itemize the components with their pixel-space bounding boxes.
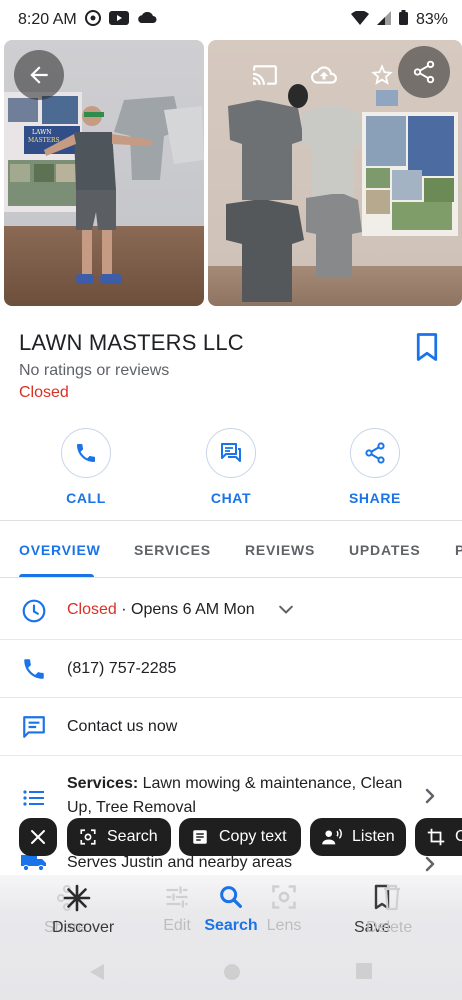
discover-label-overlap: Discover xyxy=(52,919,115,936)
battery-icon xyxy=(398,10,408,30)
save-bookmark-button[interactable] xyxy=(414,332,440,367)
wifi-icon xyxy=(350,9,369,30)
save-delete-labels: Save Delete xyxy=(342,919,432,939)
copy-text-chip[interactable]: Copy text xyxy=(179,818,301,856)
status-bar: 8:20 AM 83% xyxy=(0,0,462,40)
list-icon xyxy=(20,788,48,808)
upload-photo-button[interactable] xyxy=(309,60,339,90)
search-icon xyxy=(220,886,242,908)
crop-chip[interactable]: C xyxy=(415,818,462,856)
services-label: Services: xyxy=(67,775,139,792)
battery-percent: 83% xyxy=(415,11,448,28)
lens-icon xyxy=(272,885,296,909)
status-time: 8:20 AM xyxy=(18,11,77,28)
phone-number: (817) 757-2285 xyxy=(67,660,177,677)
listen-chip[interactable]: Listen xyxy=(310,818,406,856)
hours-status: Closed xyxy=(67,601,117,618)
selection-toolbar: Search Copy text Listen C xyxy=(0,818,462,858)
copy-text-label: Copy text xyxy=(219,828,287,845)
hours-text: Closed · Opens 6 AM Mon xyxy=(67,601,255,619)
chat-circle[interactable] xyxy=(206,428,256,478)
arrow-left-icon xyxy=(30,66,48,84)
favorite-button[interactable] xyxy=(367,60,397,90)
rating-text: No ratings or reviews xyxy=(19,362,170,379)
lens-search-icon xyxy=(80,829,96,845)
cloud-upload-icon xyxy=(311,66,337,84)
chat-icon xyxy=(221,443,241,462)
lens-button[interactable]: Lens xyxy=(244,883,324,935)
photo-sign-line2: MASTERS xyxy=(28,137,60,144)
cast-button[interactable] xyxy=(250,60,280,90)
share-outline-icon xyxy=(413,60,435,84)
nav-home-icon[interactable] xyxy=(222,962,242,982)
open-status: Closed xyxy=(19,384,69,401)
tune-icon xyxy=(166,886,188,908)
phone-row[interactable]: (817) 757-2285 xyxy=(0,640,462,698)
system-navigation-bar xyxy=(0,958,462,986)
phone-icon xyxy=(77,444,95,462)
active-tab-indicator xyxy=(19,574,94,577)
tab-next-partial[interactable]: P xyxy=(455,542,462,558)
star-outline-icon xyxy=(371,64,393,85)
share-discover-overlap-icon xyxy=(57,884,91,912)
tab-services[interactable]: SERVICES xyxy=(134,542,211,558)
clock-icon xyxy=(20,598,48,624)
listen-icon xyxy=(322,828,342,845)
youtube-notification-icon xyxy=(108,10,129,30)
contact-row[interactable]: Contact us now xyxy=(0,698,462,756)
place-tabs: OVERVIEW SERVICES REVIEWS UPDATES P xyxy=(0,520,462,578)
business-name: LAWN MASTERS LLC xyxy=(19,330,244,355)
chat-label: CHAT xyxy=(210,490,252,506)
chevron-right-icon[interactable] xyxy=(416,786,444,806)
call-circle[interactable] xyxy=(61,428,111,478)
hours-row[interactable]: Closed · Opens 6 AM Mon xyxy=(0,580,462,640)
call-label: CALL xyxy=(66,490,106,506)
share-circle[interactable] xyxy=(350,428,400,478)
nav-back-icon[interactable] xyxy=(88,962,106,982)
chat-action-button[interactable]: CHAT xyxy=(181,428,281,506)
share-discover-button[interactable]: Share Discover xyxy=(34,883,114,939)
message-icon xyxy=(20,714,48,740)
hours-next-open: Opens 6 AM Mon xyxy=(131,601,255,618)
crop-icon xyxy=(427,828,445,846)
signal-icon xyxy=(376,10,391,30)
search-chip-label: Search xyxy=(107,828,158,845)
lens-label: Lens xyxy=(266,917,302,934)
close-icon xyxy=(31,830,45,844)
photo-gallery[interactable]: LAWN MASTERS xyxy=(0,40,462,306)
phone-row-icon xyxy=(20,656,48,682)
back-button[interactable] xyxy=(14,50,64,100)
call-action-button[interactable]: CALL xyxy=(36,428,136,506)
tab-updates[interactable]: UPDATES xyxy=(349,542,420,558)
photo-sign-line1: LAWN xyxy=(32,129,52,136)
chevron-down-icon[interactable] xyxy=(272,600,300,620)
hours-separator: · xyxy=(116,601,132,618)
share-discover-labels: Share Discover xyxy=(34,919,114,939)
share-action-button[interactable]: SHARE xyxy=(325,428,425,506)
save-delete-overlap-icon xyxy=(374,884,400,911)
nav-recents-icon[interactable] xyxy=(355,962,373,980)
cast-icon xyxy=(253,65,277,85)
delete-label-overlap: Delete xyxy=(366,919,413,936)
crop-label-partial: C xyxy=(455,828,462,845)
contact-text: Contact us now xyxy=(67,718,178,735)
cloud-notification-icon xyxy=(137,11,157,29)
listen-label: Listen xyxy=(352,828,395,845)
tab-overview[interactable]: OVERVIEW xyxy=(19,542,101,558)
search-chip[interactable]: Search xyxy=(67,818,171,856)
edit-label: Edit xyxy=(163,917,191,934)
share-photo-button[interactable] xyxy=(398,46,450,98)
services-text: Services: Lawn mowing & maintenance, Cle… xyxy=(67,772,419,820)
close-selection-button[interactable] xyxy=(19,818,57,856)
bookmark-icon xyxy=(416,333,438,361)
chrome-notification-icon xyxy=(84,9,101,31)
share-icon xyxy=(365,442,385,464)
text-doc-icon xyxy=(193,830,207,844)
share-label: SHARE xyxy=(348,490,401,506)
business-header: LAWN MASTERS LLC No ratings or reviews C… xyxy=(19,330,439,402)
save-delete-button[interactable]: Save Delete xyxy=(342,883,432,939)
tab-reviews[interactable]: REVIEWS xyxy=(245,542,315,558)
